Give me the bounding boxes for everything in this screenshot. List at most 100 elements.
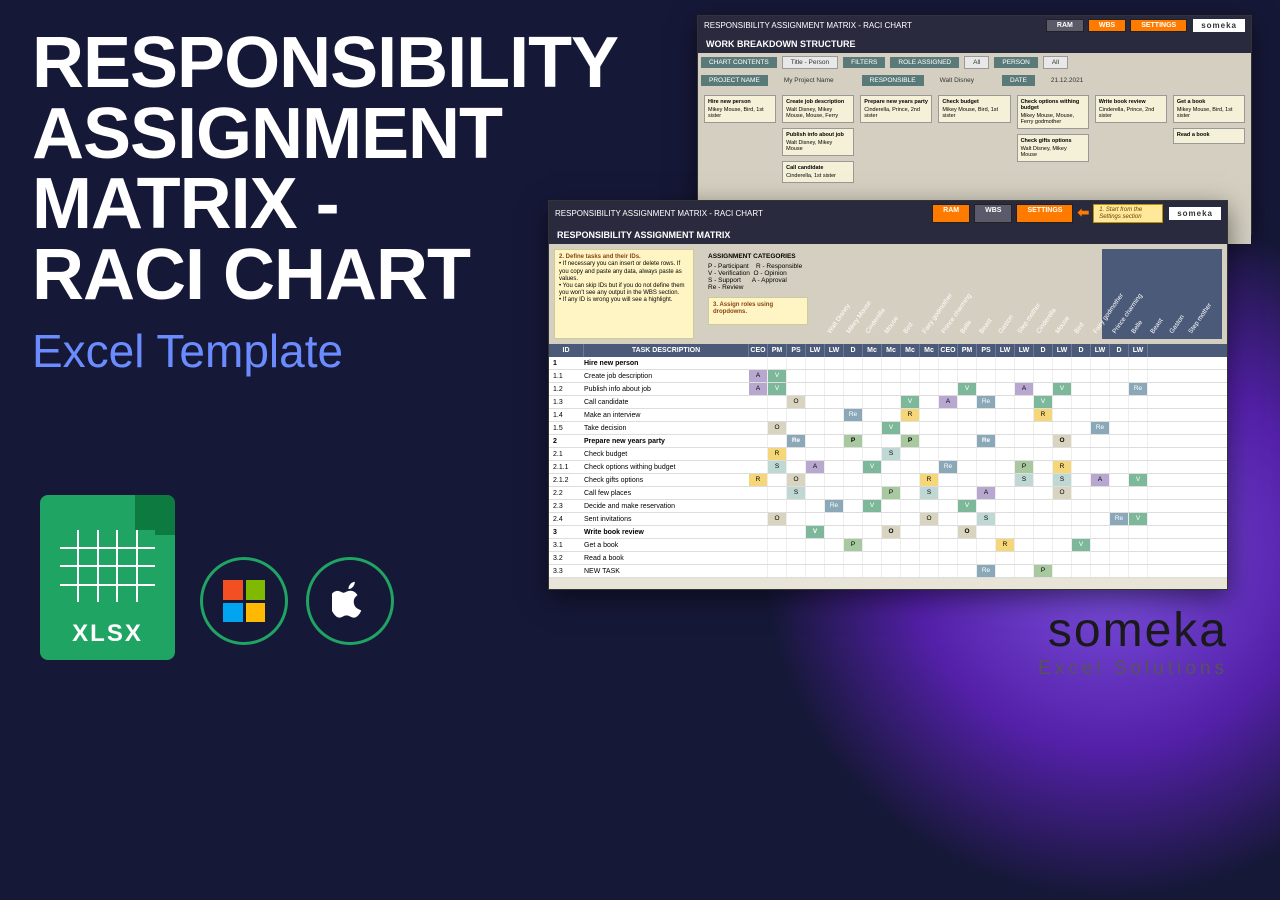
assignment-cell[interactable] xyxy=(1091,448,1110,460)
assignment-cell[interactable] xyxy=(958,396,977,408)
assignment-cell[interactable] xyxy=(1034,422,1053,434)
assignment-cell[interactable]: A xyxy=(977,487,996,499)
assignment-cell[interactable] xyxy=(1072,396,1091,408)
assignment-cell[interactable] xyxy=(901,357,920,369)
assignment-cell[interactable] xyxy=(1072,461,1091,473)
role-assigned-filter[interactable]: ROLE ASSIGNED xyxy=(890,57,959,68)
assignment-cell[interactable] xyxy=(901,474,920,486)
assignment-cell[interactable] xyxy=(1110,396,1129,408)
assignment-cell[interactable] xyxy=(901,526,920,538)
table-row[interactable]: 2.2Call few placesSPSAO xyxy=(549,487,1227,500)
assignment-cell[interactable] xyxy=(996,370,1015,382)
assignment-cell[interactable] xyxy=(939,370,958,382)
assignment-cell[interactable] xyxy=(863,370,882,382)
assignment-cell[interactable] xyxy=(882,500,901,512)
assignment-cell[interactable] xyxy=(1091,409,1110,421)
assignment-cell[interactable] xyxy=(1015,500,1034,512)
assignment-cell[interactable] xyxy=(1110,461,1129,473)
assignment-cell[interactable]: S xyxy=(977,513,996,525)
assignment-cell[interactable] xyxy=(844,396,863,408)
assignment-cell[interactable]: V xyxy=(1034,396,1053,408)
assignment-cell[interactable] xyxy=(1110,565,1129,577)
assignment-cell[interactable] xyxy=(996,487,1015,499)
assignment-cell[interactable] xyxy=(825,474,844,486)
assignment-cell[interactable] xyxy=(920,448,939,460)
assignment-cell[interactable] xyxy=(996,565,1015,577)
assignment-cell[interactable] xyxy=(825,513,844,525)
assignment-cell[interactable] xyxy=(844,487,863,499)
chart-contents-filter[interactable]: CHART CONTENTS xyxy=(701,57,777,68)
all-filter-2[interactable]: All xyxy=(1043,56,1068,69)
assignment-cell[interactable] xyxy=(920,370,939,382)
assignment-cell[interactable] xyxy=(1072,500,1091,512)
assignment-cell[interactable] xyxy=(863,383,882,395)
assignment-cell[interactable] xyxy=(825,435,844,447)
assignment-cell[interactable] xyxy=(1034,370,1053,382)
all-filter-1[interactable]: All xyxy=(964,56,989,69)
assignment-cell[interactable] xyxy=(1129,487,1148,499)
assignment-cell[interactable] xyxy=(863,552,882,564)
assignment-cell[interactable]: P xyxy=(882,487,901,499)
assignment-cell[interactable] xyxy=(749,552,768,564)
wbs-card[interactable]: Write book reviewCinderella, Prince, 2nd… xyxy=(1095,95,1167,123)
assignment-cell[interactable] xyxy=(901,422,920,434)
assignment-cell[interactable] xyxy=(882,539,901,551)
table-row[interactable]: 2.1.2Check gifts optionsRORSSAV xyxy=(549,474,1227,487)
assignment-cell[interactable] xyxy=(939,409,958,421)
assignment-cell[interactable] xyxy=(1053,539,1072,551)
assignment-cell[interactable]: S xyxy=(882,448,901,460)
assignment-cell[interactable] xyxy=(939,422,958,434)
table-row[interactable]: 1.5Take decisionOVRe xyxy=(549,422,1227,435)
assignment-cell[interactable] xyxy=(920,539,939,551)
assignment-cell[interactable] xyxy=(882,513,901,525)
assignment-cell[interactable] xyxy=(958,487,977,499)
assignment-cell[interactable] xyxy=(1053,422,1072,434)
assignment-cell[interactable] xyxy=(1015,552,1034,564)
assignment-cell[interactable]: R xyxy=(768,448,787,460)
assignment-cell[interactable] xyxy=(1129,539,1148,551)
assignment-cell[interactable] xyxy=(787,500,806,512)
assignment-cell[interactable] xyxy=(996,396,1015,408)
table-row[interactable]: 2.1Check budgetRS xyxy=(549,448,1227,461)
assignment-cell[interactable]: V xyxy=(1129,513,1148,525)
assignment-cell[interactable] xyxy=(1015,513,1034,525)
assignment-cell[interactable]: S xyxy=(920,487,939,499)
assignment-cell[interactable] xyxy=(1072,526,1091,538)
assignment-cell[interactable] xyxy=(1015,539,1034,551)
assignment-cell[interactable] xyxy=(1129,357,1148,369)
assignment-cell[interactable] xyxy=(1034,435,1053,447)
table-row[interactable]: 3.3NEW TASKReP xyxy=(549,565,1227,578)
assignment-cell[interactable] xyxy=(1072,513,1091,525)
assignment-cell[interactable] xyxy=(939,383,958,395)
assignment-cell[interactable] xyxy=(844,422,863,434)
wbs-card[interactable]: Read a book xyxy=(1173,128,1245,144)
assignment-cell[interactable] xyxy=(1129,565,1148,577)
assignment-cell[interactable] xyxy=(863,409,882,421)
assignment-cell[interactable]: Re xyxy=(977,435,996,447)
assignment-cell[interactable] xyxy=(1091,513,1110,525)
wbs-button[interactable]: WBS xyxy=(1088,19,1126,32)
assignment-cell[interactable]: Re xyxy=(787,435,806,447)
assignment-cell[interactable] xyxy=(844,461,863,473)
assignment-cell[interactable] xyxy=(939,552,958,564)
assignment-cell[interactable] xyxy=(1072,552,1091,564)
person-filter[interactable]: PERSON xyxy=(994,57,1037,68)
assignment-cell[interactable] xyxy=(996,500,1015,512)
assignment-cell[interactable] xyxy=(806,396,825,408)
assignment-cell[interactable] xyxy=(806,474,825,486)
assignment-cell[interactable] xyxy=(958,422,977,434)
assignment-cell[interactable] xyxy=(1129,526,1148,538)
assignment-cell[interactable] xyxy=(1053,565,1072,577)
assignment-cell[interactable] xyxy=(1072,474,1091,486)
assignment-cell[interactable] xyxy=(1034,487,1053,499)
assignment-cell[interactable] xyxy=(749,409,768,421)
table-row[interactable]: 2.4Sent invitationsOOSReV xyxy=(549,513,1227,526)
assignment-cell[interactable] xyxy=(920,357,939,369)
assignment-cell[interactable] xyxy=(882,565,901,577)
wbs-card[interactable]: Check options withing budgetMikey Mouse,… xyxy=(1017,95,1089,129)
assignment-cell[interactable] xyxy=(1072,422,1091,434)
assignment-cell[interactable] xyxy=(1072,383,1091,395)
assignment-cell[interactable] xyxy=(920,552,939,564)
assignment-cell[interactable] xyxy=(749,500,768,512)
assignment-cell[interactable] xyxy=(749,513,768,525)
